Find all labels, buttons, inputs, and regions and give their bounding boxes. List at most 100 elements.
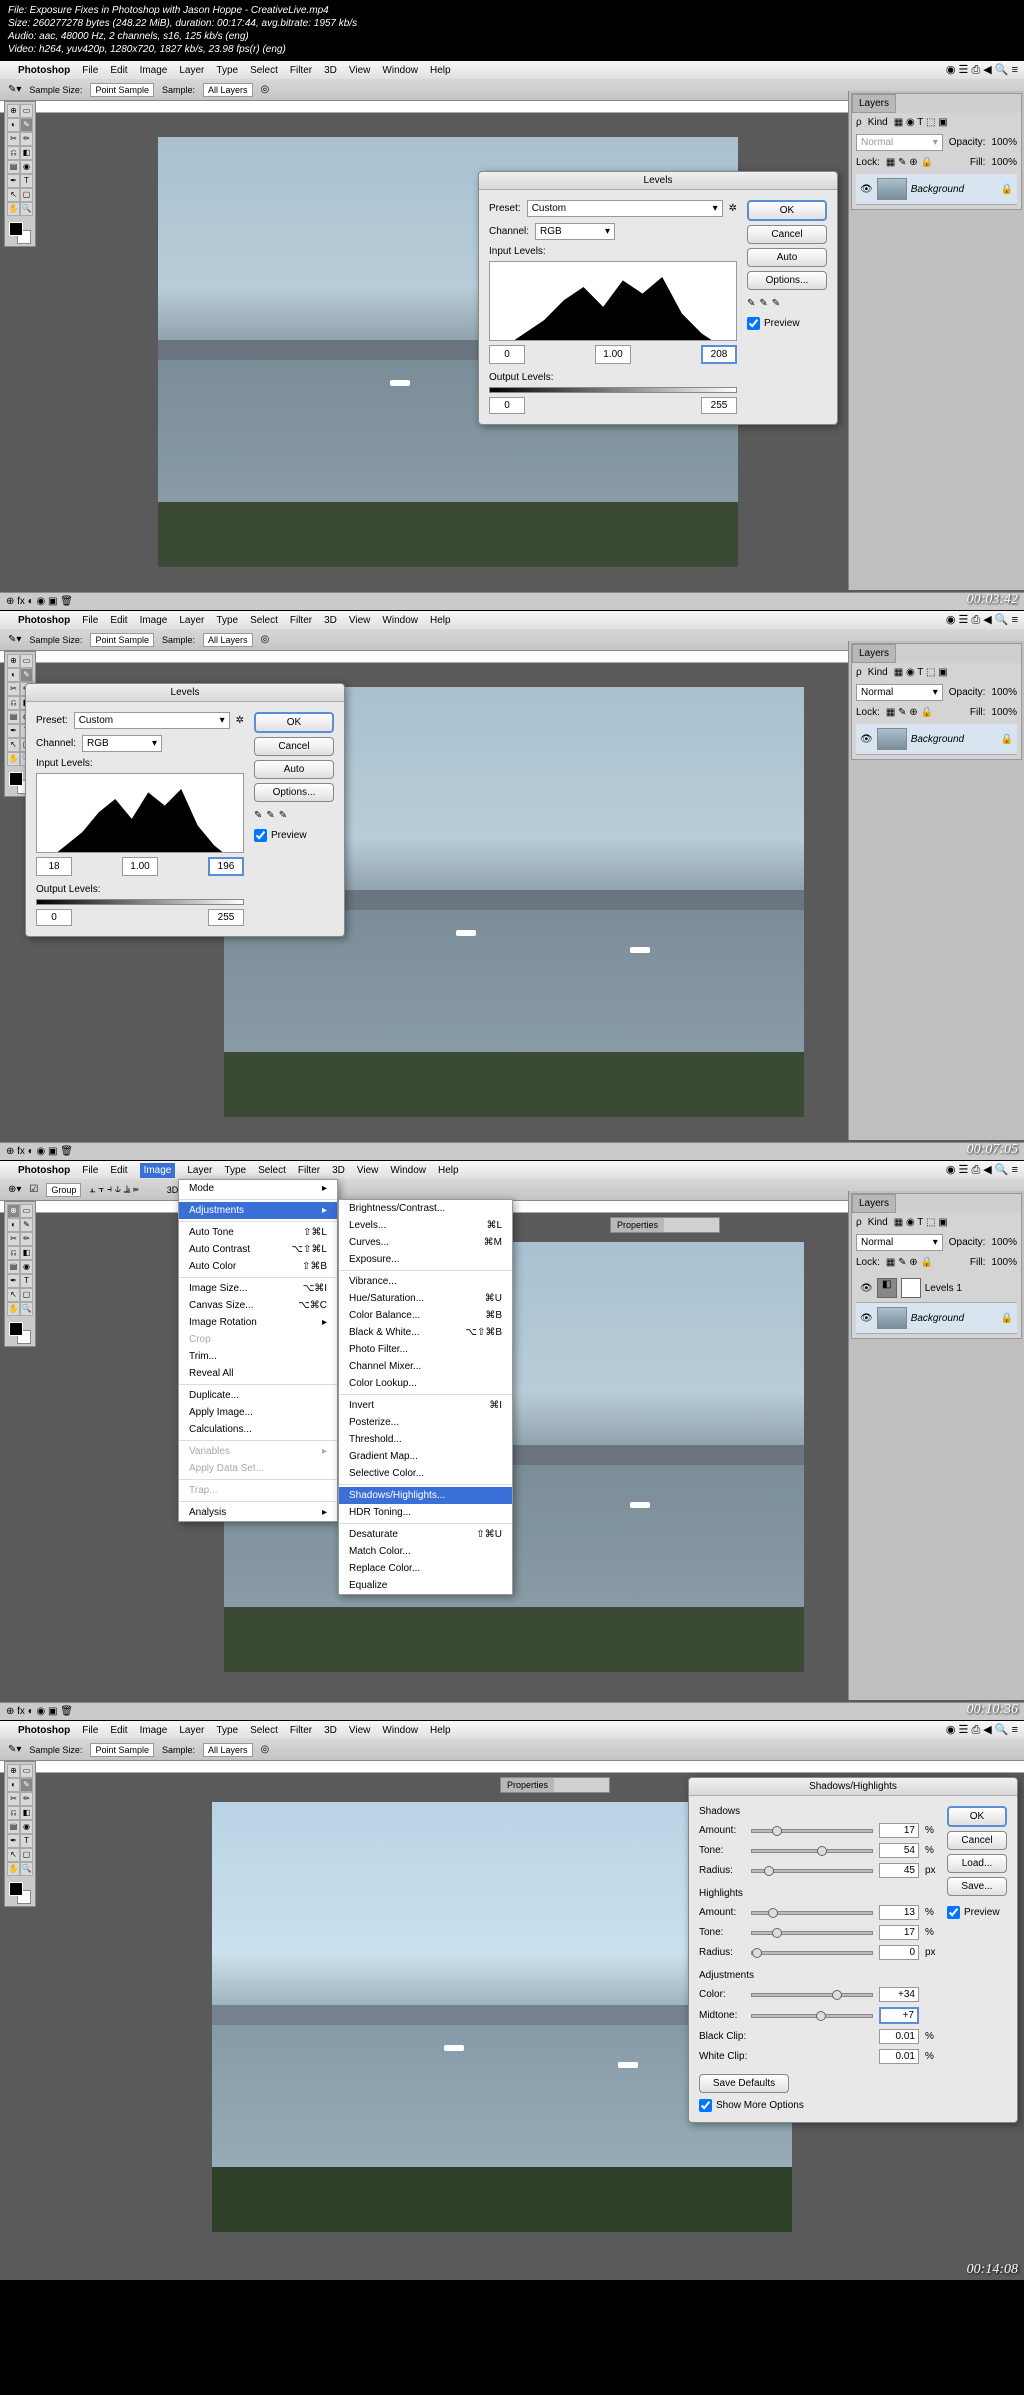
shape-tool[interactable]: ▢ <box>20 188 33 202</box>
highlight-amount[interactable]: 13 <box>879 1905 919 1920</box>
show-more-checkbox[interactable] <box>699 2099 712 2112</box>
sample-size-dropdown[interactable]: Point Sample <box>90 83 154 97</box>
lasso-tool[interactable]: ◐ <box>7 118 20 132</box>
histogram[interactable] <box>489 261 737 341</box>
menu-image[interactable]: Image <box>140 65 168 76</box>
color-ring-icon[interactable]: ◎ <box>261 634 270 645</box>
sample-size-dropdown[interactable]: Point Sample <box>90 633 154 647</box>
midtone-val[interactable]: +7 <box>879 2007 919 2024</box>
output-black[interactable] <box>36 909 72 926</box>
marquee-tool[interactable]: ▭ <box>20 104 33 118</box>
menu-view[interactable]: View <box>349 65 371 76</box>
color-swatches[interactable] <box>7 220 33 244</box>
channel-dropdown[interactable]: RGB <box>82 735 162 752</box>
eyedropper-white-icon[interactable]: ✎ <box>772 298 780 309</box>
output-white[interactable] <box>208 909 244 926</box>
input-gamma[interactable] <box>595 345 631 364</box>
visibility-icon[interactable]: 👁 <box>860 184 873 195</box>
output-slider[interactable] <box>36 899 244 905</box>
save-defaults-button[interactable]: Save Defaults <box>699 2074 789 2093</box>
menu-select[interactable]: Select <box>250 65 278 76</box>
ok-button[interactable]: OK <box>947 1806 1007 1827</box>
cancel-button[interactable]: Cancel <box>747 225 827 244</box>
shadow-amount-slider[interactable] <box>751 1829 873 1833</box>
shadow-radius[interactable]: 45 <box>879 1863 919 1878</box>
group-dropdown[interactable]: Group <box>46 1183 81 1197</box>
color-ring-icon[interactable]: ◎ <box>261 84 270 95</box>
app-name[interactable]: Photoshop <box>18 65 70 76</box>
color-slider[interactable] <box>751 1993 873 1997</box>
move-tool[interactable]: ⊕ <box>7 104 20 118</box>
highlight-radius[interactable]: 0 <box>879 1945 919 1960</box>
menu-mode[interactable]: Mode▸ <box>179 1180 337 1197</box>
zoom-tool[interactable]: 🔍 <box>20 202 33 216</box>
preview-checkbox[interactable] <box>254 829 267 842</box>
options-button[interactable]: Options... <box>254 783 334 802</box>
input-black[interactable] <box>36 857 72 876</box>
eyedropper-gray-icon[interactable]: ✎ <box>759 298 767 309</box>
input-white[interactable] <box>208 857 244 876</box>
preview-checkbox[interactable] <box>947 1906 960 1919</box>
menu-edit[interactable]: Edit <box>110 65 127 76</box>
options-button[interactable]: Options... <box>747 271 827 290</box>
ok-button[interactable]: OK <box>747 200 827 221</box>
layer-background[interactable]: 👁 Background 🔒 <box>856 174 1017 205</box>
output-slider[interactable] <box>489 387 737 393</box>
input-white[interactable] <box>701 345 737 364</box>
cancel-button[interactable]: Cancel <box>254 737 334 756</box>
menu-window[interactable]: Window <box>382 65 418 76</box>
hand-tool[interactable]: ✋ <box>7 202 20 216</box>
highlight-tone[interactable]: 17 <box>879 1925 919 1940</box>
crop-tool[interactable]: ✂ <box>7 132 20 146</box>
sample-layers-dropdown[interactable]: All Layers <box>203 633 253 647</box>
shadow-tone-slider[interactable] <box>751 1849 873 1853</box>
auto-button[interactable]: Auto <box>747 248 827 267</box>
blend-mode[interactable]: Normal <box>856 134 943 151</box>
highlight-amount-slider[interactable] <box>751 1911 873 1915</box>
cancel-button[interactable]: Cancel <box>947 1831 1007 1850</box>
load-button[interactable]: Load... <box>947 1854 1007 1873</box>
output-black[interactable] <box>489 397 525 414</box>
menu-type[interactable]: Type <box>216 65 238 76</box>
eyedropper-black-icon[interactable]: ✎ <box>747 298 755 309</box>
auto-button[interactable]: Auto <box>254 760 334 779</box>
layer-levels1[interactable]: 👁 ◧ Levels 1 <box>856 1274 1017 1303</box>
shadow-radius-slider[interactable] <box>751 1869 873 1873</box>
menu-layer[interactable]: Layer <box>179 65 204 76</box>
shadow-tone[interactable]: 54 <box>879 1843 919 1858</box>
align-icons[interactable]: ⫠ ⫟ ⫞ ⫝ ⫡ ⫢ <box>89 1184 138 1195</box>
brush-tool[interactable]: ✏ <box>20 132 33 146</box>
output-white[interactable] <box>701 397 737 414</box>
menu-filter[interactable]: Filter <box>290 65 312 76</box>
highlight-radius-slider[interactable] <box>751 1951 873 1955</box>
preset-dropdown[interactable]: Custom <box>527 200 723 217</box>
preset-dropdown[interactable]: Custom <box>74 712 230 729</box>
black-clip[interactable]: 0.01 <box>879 2029 919 2044</box>
ok-button[interactable]: OK <box>254 712 334 733</box>
eyedropper-tool[interactable]: ✎ <box>20 118 33 132</box>
blur-tool[interactable]: ◉ <box>20 160 33 174</box>
gradient-tool[interactable]: ▤ <box>7 160 20 174</box>
sample-layers-dropdown[interactable]: All Layers <box>203 83 253 97</box>
layer-background[interactable]: 👁 Background 🔒 <box>856 724 1017 755</box>
save-button[interactable]: Save... <box>947 1877 1007 1896</box>
menu-shadows-highlights[interactable]: Shadows/Highlights... <box>339 1487 512 1504</box>
layers-tab[interactable]: Layers <box>852 94 896 113</box>
clone-tool[interactable]: ⎌ <box>7 146 20 160</box>
input-black[interactable] <box>489 345 525 364</box>
preset-menu-icon[interactable]: ✲ <box>729 203 737 214</box>
menu-3d[interactable]: 3D <box>324 65 337 76</box>
midtone-slider[interactable] <box>751 2014 873 2018</box>
eyedropper-tool-icon[interactable]: ✎▾ <box>8 634 21 645</box>
white-clip[interactable]: 0.01 <box>879 2049 919 2064</box>
layer-background[interactable]: 👁 Background 🔒 <box>856 1303 1017 1334</box>
type-tool[interactable]: T <box>20 174 33 188</box>
preview-checkbox[interactable] <box>747 317 760 330</box>
channel-dropdown[interactable]: RGB <box>535 223 615 240</box>
color-val[interactable]: +34 <box>879 1987 919 2002</box>
menu-help[interactable]: Help <box>430 65 451 76</box>
menu-image-open[interactable]: Image <box>140 1163 176 1178</box>
shadow-amount[interactable]: 17 <box>879 1823 919 1838</box>
histogram[interactable] <box>36 773 244 853</box>
menu-adjustments[interactable]: Adjustments▸ <box>179 1202 337 1219</box>
